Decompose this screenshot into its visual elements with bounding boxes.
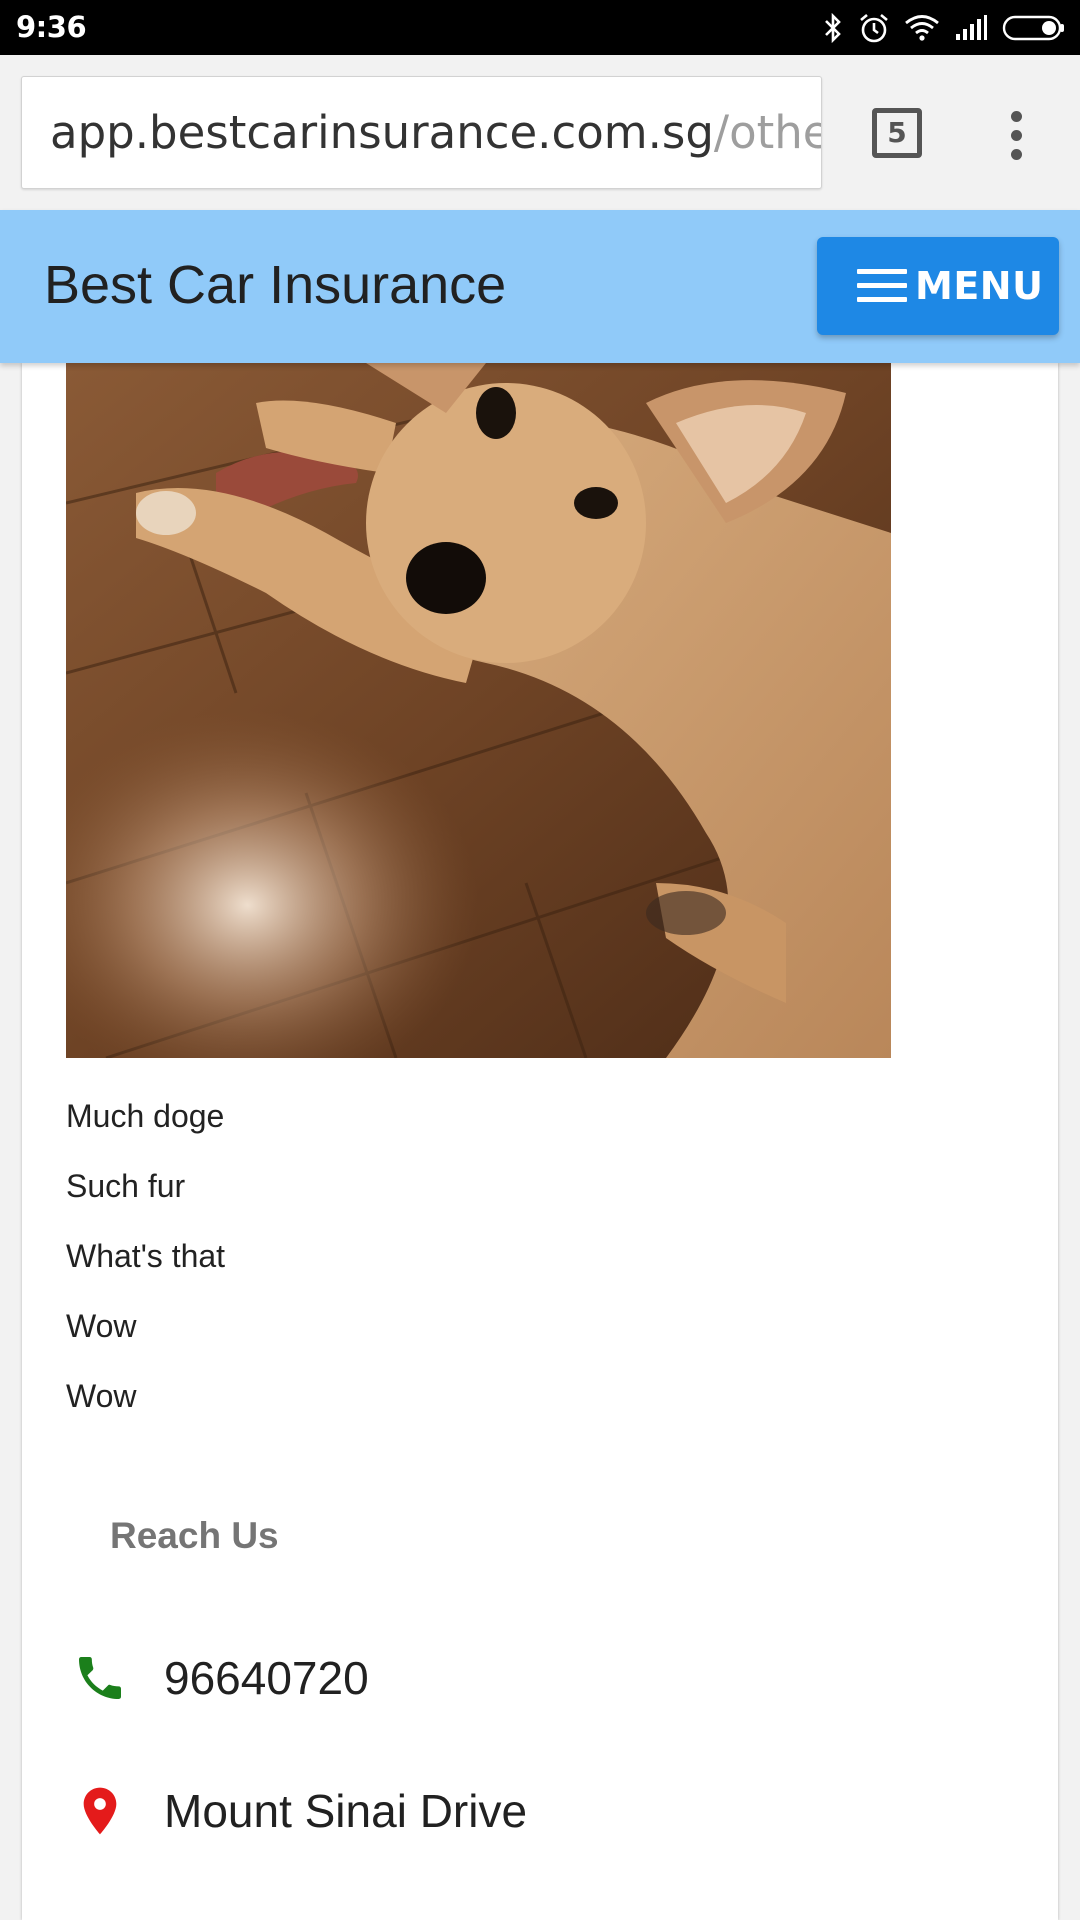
caption-item: Wow — [66, 1308, 137, 1344]
site-header: Best Car Insurance MENU — [0, 210, 1080, 363]
content-card: Much doge Such fur What's that Wow Wow R… — [22, 363, 1058, 1920]
caption-item: Wow — [66, 1378, 137, 1414]
status-bar: 9:36 — [0, 0, 1080, 55]
wifi-icon — [905, 15, 939, 41]
url-host: app.bestcarinsurance.com.sg — [50, 106, 714, 159]
dog-photo — [66, 363, 891, 1058]
bluetooth-icon — [825, 13, 841, 43]
caption-item: What's that — [66, 1238, 226, 1274]
reach-us-heading: Reach Us — [110, 1515, 279, 1556]
caption-list: Much doge Such fur What's that Wow Wow — [66, 1081, 225, 1431]
location-pin-icon — [70, 1781, 130, 1841]
address-contact[interactable]: Mount Sinai Drive — [70, 1781, 527, 1841]
status-icons — [822, 10, 1066, 46]
signal-icon — [956, 15, 987, 40]
phone-icon — [70, 1648, 130, 1708]
caption-item: Such fur — [66, 1168, 186, 1204]
battery-icon — [1002, 15, 1064, 41]
address-text[interactable]: Mount Sinai Drive — [164, 1784, 527, 1838]
tab-switcher-button[interactable]: 5 — [872, 108, 922, 158]
url-path: /othe — [713, 106, 822, 159]
alarm-icon — [860, 14, 888, 43]
browser-toolbar: app.bestcarinsurance.com.sg/othe 5 — [0, 55, 1080, 210]
status-time: 9:36 — [16, 10, 87, 44]
menu-label: MENU — [915, 264, 1044, 308]
menu-button[interactable]: MENU — [817, 237, 1059, 335]
phone-contact[interactable]: 96640720 — [70, 1648, 369, 1708]
site-title[interactable]: Best Car Insurance — [44, 254, 506, 316]
overflow-menu-icon[interactable] — [1002, 108, 1032, 164]
hamburger-icon — [857, 269, 907, 303]
phone-number[interactable]: 96640720 — [164, 1651, 369, 1705]
caption-item: Much doge — [66, 1098, 225, 1134]
url-bar[interactable]: app.bestcarinsurance.com.sg/othe — [21, 76, 822, 189]
